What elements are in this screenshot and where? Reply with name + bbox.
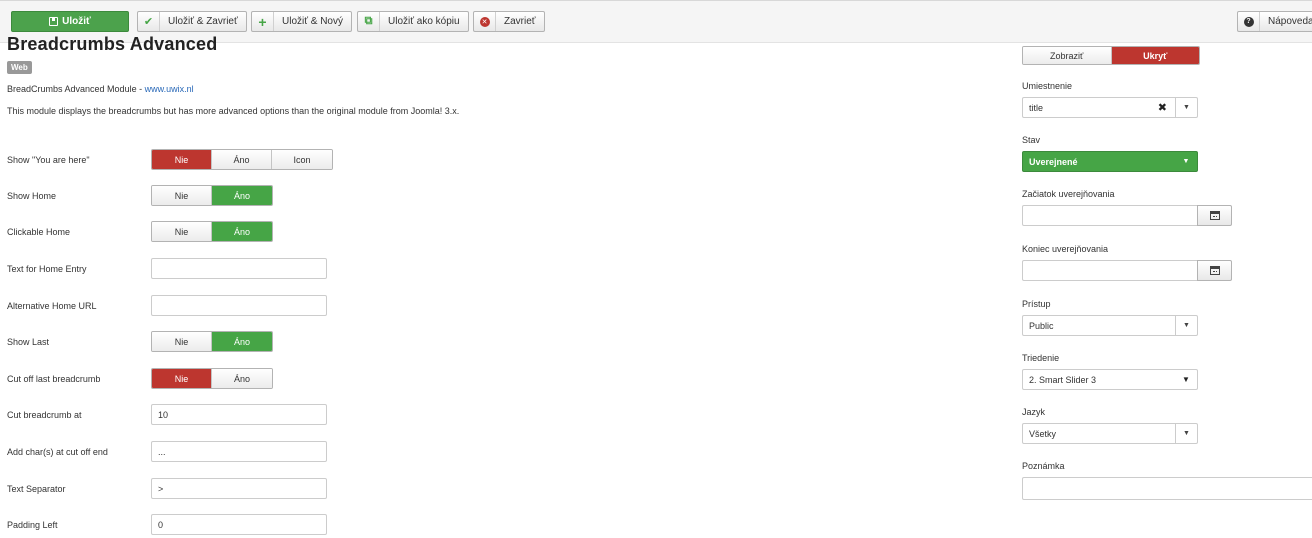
show-last-toggle: Nie Áno — [151, 331, 273, 352]
plus-icon: + — [252, 12, 274, 31]
module-title: Breadcrumbs Advanced — [7, 34, 218, 53]
question-icon: ? — [1238, 12, 1260, 31]
copy-icon: ⧉ — [358, 12, 380, 31]
language-select[interactable]: Všetky ▼ — [1022, 423, 1198, 444]
show-you-are-here-label: Show "You are here" — [7, 155, 90, 165]
show-home-label: Show Home — [7, 191, 57, 201]
chevron-down-icon[interactable]: ▼ — [1175, 98, 1197, 117]
option-show[interactable]: Zobraziť — [1023, 47, 1112, 64]
language-value: Všetky — [1029, 428, 1057, 439]
cancel-icon: ✕ — [474, 12, 496, 31]
option-ano[interactable]: Áno — [212, 332, 272, 351]
save-new-button[interactable]: + Uložiť & Nový — [251, 11, 352, 32]
status-label: Stav — [1022, 135, 1041, 145]
check-icon: ✔ — [138, 12, 160, 31]
add-chars-input[interactable]: ... — [151, 441, 327, 462]
publish-up-input[interactable] — [1022, 205, 1198, 226]
show-home-toggle: Nie Áno — [151, 185, 273, 206]
option-icon[interactable]: Icon — [272, 150, 332, 169]
option-hide[interactable]: Ukryť — [1111, 47, 1199, 64]
note-label: Poznámka — [1022, 461, 1065, 471]
save-new-label: Uložiť & Nový — [282, 16, 343, 27]
cut-at-label: Cut breadcrumb at — [7, 410, 82, 420]
help-button[interactable]: ? Nápoveda — [1237, 11, 1312, 32]
show-last-label: Show Last — [7, 337, 50, 347]
option-ano[interactable]: Áno — [212, 186, 272, 205]
publish-down-input[interactable] — [1022, 260, 1198, 281]
add-chars-label: Add char(s) at cut off end — [7, 447, 108, 457]
language-label: Jazyk — [1022, 407, 1046, 417]
ordering-select[interactable]: 2. Smart Slider 3 ▼ — [1022, 369, 1198, 390]
chevron-down-icon: ▼ — [1182, 375, 1190, 384]
option-nie[interactable]: Nie — [152, 369, 212, 388]
publish-down-calendar-button[interactable] — [1197, 260, 1232, 281]
status-value: Uverejnené — [1029, 156, 1078, 167]
close-button[interactable]: ✕ Zavrieť — [473, 11, 545, 32]
access-label: Prístup — [1022, 299, 1051, 309]
client-badge: Web — [7, 61, 32, 74]
show-title-toggle: Zobraziť Ukryť — [1022, 46, 1200, 65]
text-home-entry-label: Text for Home Entry — [7, 264, 87, 274]
calendar-icon — [1209, 211, 1220, 220]
show-you-are-here-toggle: Nie Áno Icon — [151, 149, 333, 170]
separator-label: Text Separator — [7, 484, 66, 494]
position-label: Umiestnenie — [1022, 81, 1073, 91]
calendar-icon — [1209, 266, 1220, 275]
cut-off-last-toggle: Nie Áno — [151, 368, 273, 389]
ordering-value: 2. Smart Slider 3 — [1029, 374, 1097, 385]
option-ano[interactable]: Áno — [212, 369, 272, 388]
access-select[interactable]: Public ▼ — [1022, 315, 1198, 336]
alt-home-url-label: Alternative Home URL — [7, 301, 97, 311]
chevron-down-icon: ▼ — [1175, 316, 1197, 335]
publish-up-label: Začiatok uverejňovania — [1022, 189, 1115, 199]
publish-down-label: Koniec uverejňovania — [1022, 244, 1109, 254]
option-ano[interactable]: Áno — [212, 150, 272, 169]
clickable-home-label: Clickable Home — [7, 227, 71, 237]
save-copy-button[interactable]: ⧉ Uložiť ako kópiu — [357, 11, 469, 32]
separator-input[interactable]: > — [151, 478, 327, 499]
padding-left-label: Padding Left — [7, 520, 58, 530]
description-text: BreadCrumbs Advanced Module - — [7, 84, 145, 94]
cut-at-input[interactable]: 10 — [151, 404, 327, 425]
ordering-label: Triedenie — [1022, 353, 1060, 363]
position-select[interactable]: title ✖ ▼ — [1022, 97, 1198, 118]
module-description-detail: This module displays the breadcrumbs but… — [7, 106, 460, 116]
note-input[interactable] — [1022, 477, 1312, 500]
close-label: Zavrieť — [504, 16, 536, 27]
access-value: Public — [1029, 320, 1054, 331]
status-select[interactable]: Uverejnené ▼ — [1022, 151, 1198, 172]
chevron-down-icon: ▼ — [1175, 424, 1197, 443]
save-close-button[interactable]: ✔ Uložiť & Zavrieť — [137, 11, 247, 32]
option-nie[interactable]: Nie — [152, 186, 212, 205]
clear-icon[interactable]: ✖ — [1158, 101, 1167, 114]
save-icon — [49, 17, 59, 26]
option-nie[interactable]: Nie — [152, 222, 212, 241]
alt-home-url-input[interactable] — [151, 295, 327, 316]
save-button[interactable]: Uložiť — [11, 11, 129, 32]
position-value: title — [1029, 102, 1044, 113]
save-label: Uložiť — [62, 16, 91, 27]
save-close-label: Uložiť & Zavrieť — [168, 16, 238, 27]
save-copy-label: Uložiť ako kópiu — [388, 16, 460, 27]
publish-up-calendar-button[interactable] — [1197, 205, 1232, 226]
text-home-entry-input[interactable] — [151, 258, 327, 279]
module-description: BreadCrumbs Advanced Module - www.uwix.n… — [7, 84, 194, 94]
option-nie[interactable]: Nie — [152, 332, 212, 351]
chevron-down-icon: ▼ — [1182, 158, 1190, 165]
cut-off-last-label: Cut off last breadcrumb — [7, 374, 101, 384]
padding-left-input[interactable]: 0 — [151, 514, 327, 535]
author-link[interactable]: www.uwix.nl — [145, 84, 194, 94]
option-nie[interactable]: Nie — [152, 150, 212, 169]
help-label: Nápoveda — [1268, 16, 1312, 27]
clickable-home-toggle: Nie Áno — [151, 221, 273, 242]
option-ano[interactable]: Áno — [212, 222, 272, 241]
